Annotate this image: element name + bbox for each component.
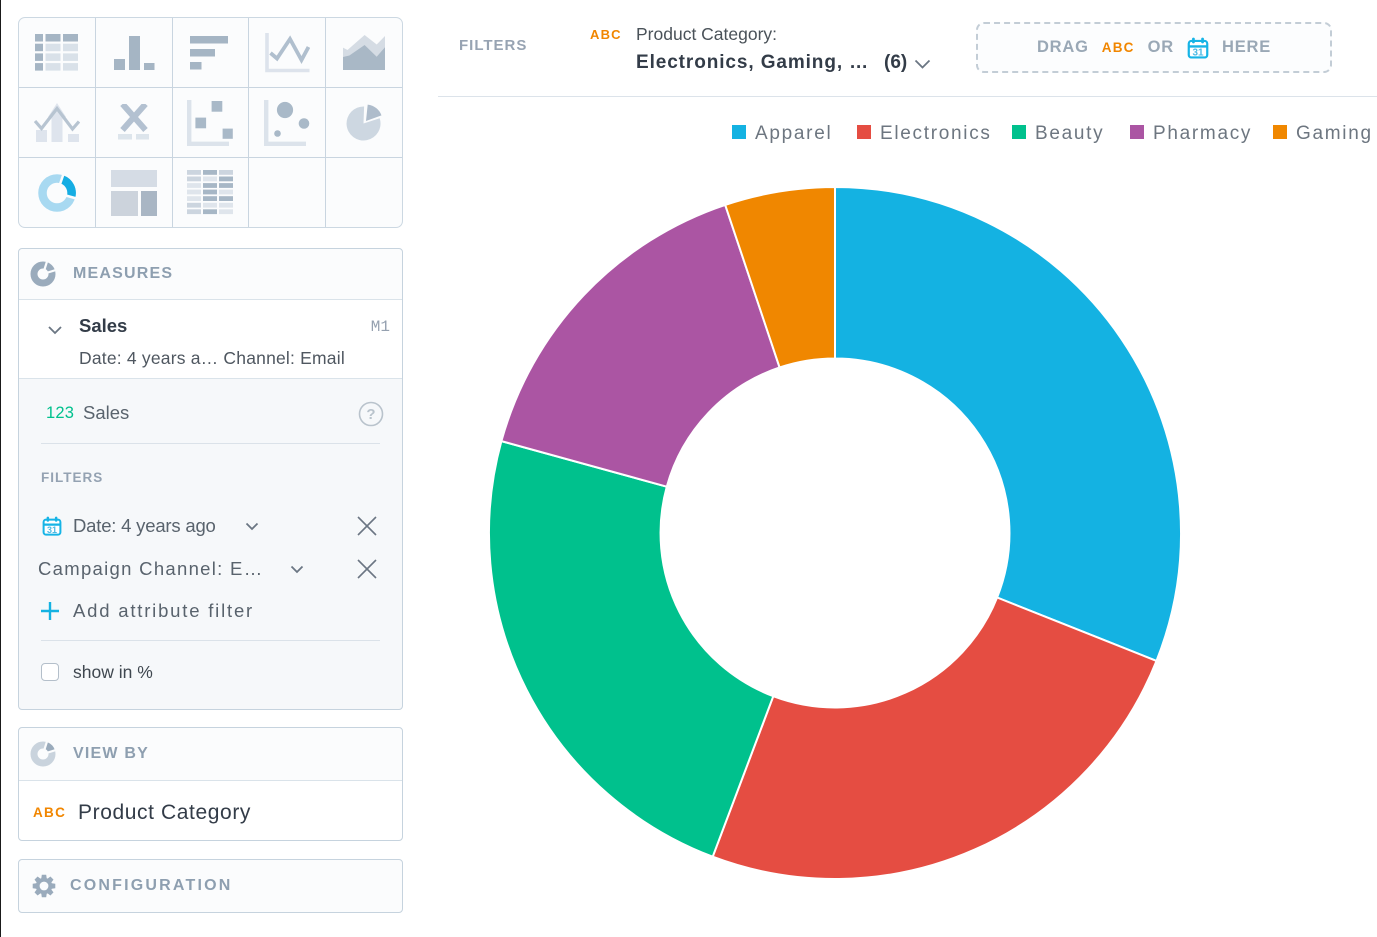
svg-text:31: 31	[1192, 47, 1204, 58]
svg-text:?: ?	[366, 406, 375, 423]
svg-text:31: 31	[47, 525, 57, 535]
